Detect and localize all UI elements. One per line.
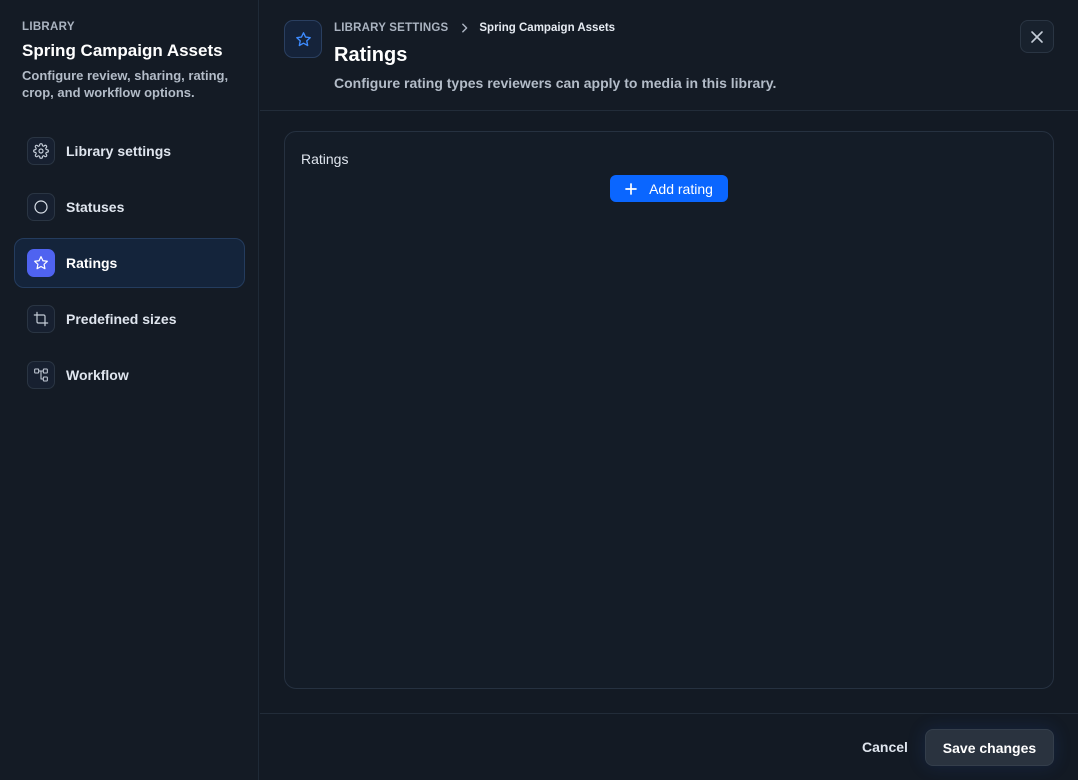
breadcrumb-library-settings[interactable]: LIBRARY SETTINGS [334,22,448,34]
plus-icon [625,182,637,195]
sidebar: LIBRARY Spring Campaign Assets Configure… [0,0,259,780]
cancel-button[interactable]: Cancel [850,728,920,766]
add-rating-button[interactable]: Add rating [610,175,728,202]
page-header: LIBRARY SETTINGS Spring Campaign Assets … [260,0,1078,111]
library-settings-dialog: LIBRARY Spring Campaign Assets Configure… [0,0,1078,780]
sidebar-item-label: Workflow [66,367,129,383]
sidebar-item-library-settings[interactable]: Library settings [14,126,245,176]
crop-icon [27,305,55,333]
sidebar-item-workflow[interactable]: Workflow [14,350,245,400]
breadcrumb-library-name: Spring Campaign Assets [479,22,616,34]
sidebar-item-label: Statuses [66,199,125,215]
settings-nav: Library settings Statuses Ratings Predef… [14,126,245,406]
sidebar-item-predefined-sizes[interactable]: Predefined sizes [14,294,245,344]
sidebar-item-ratings[interactable]: Ratings [14,238,245,288]
breadcrumb: LIBRARY SETTINGS Spring Campaign Assets [334,22,615,34]
save-changes-button[interactable]: Save changes [925,729,1054,766]
star-icon [27,249,55,277]
star-icon [284,20,322,58]
dialog-footer: Cancel Save changes [260,713,1078,780]
library-title: Spring Campaign Assets [22,41,223,60]
ratings-panel-label: Ratings [301,151,349,167]
close-icon [1030,30,1044,44]
library-eyebrow: LIBRARY [22,21,75,33]
library-description: Configure review, sharing, rating, crop,… [22,68,229,100]
page-description: Configure rating types reviewers can app… [334,75,777,91]
gear-icon [27,137,55,165]
page-title: Ratings [334,44,408,66]
sidebar-item-label: Predefined sizes [66,311,177,327]
close-button[interactable] [1020,20,1054,53]
sidebar-item-statuses[interactable]: Statuses [14,182,245,232]
chevron-right-icon [460,23,469,33]
ratings-panel: Ratings Add rating [284,131,1054,689]
add-rating-label: Add rating [649,180,713,197]
workflow-icon [27,361,55,389]
sidebar-item-label: Ratings [66,255,118,271]
sidebar-item-label: Library settings [66,143,172,159]
circle-icon [27,193,55,221]
